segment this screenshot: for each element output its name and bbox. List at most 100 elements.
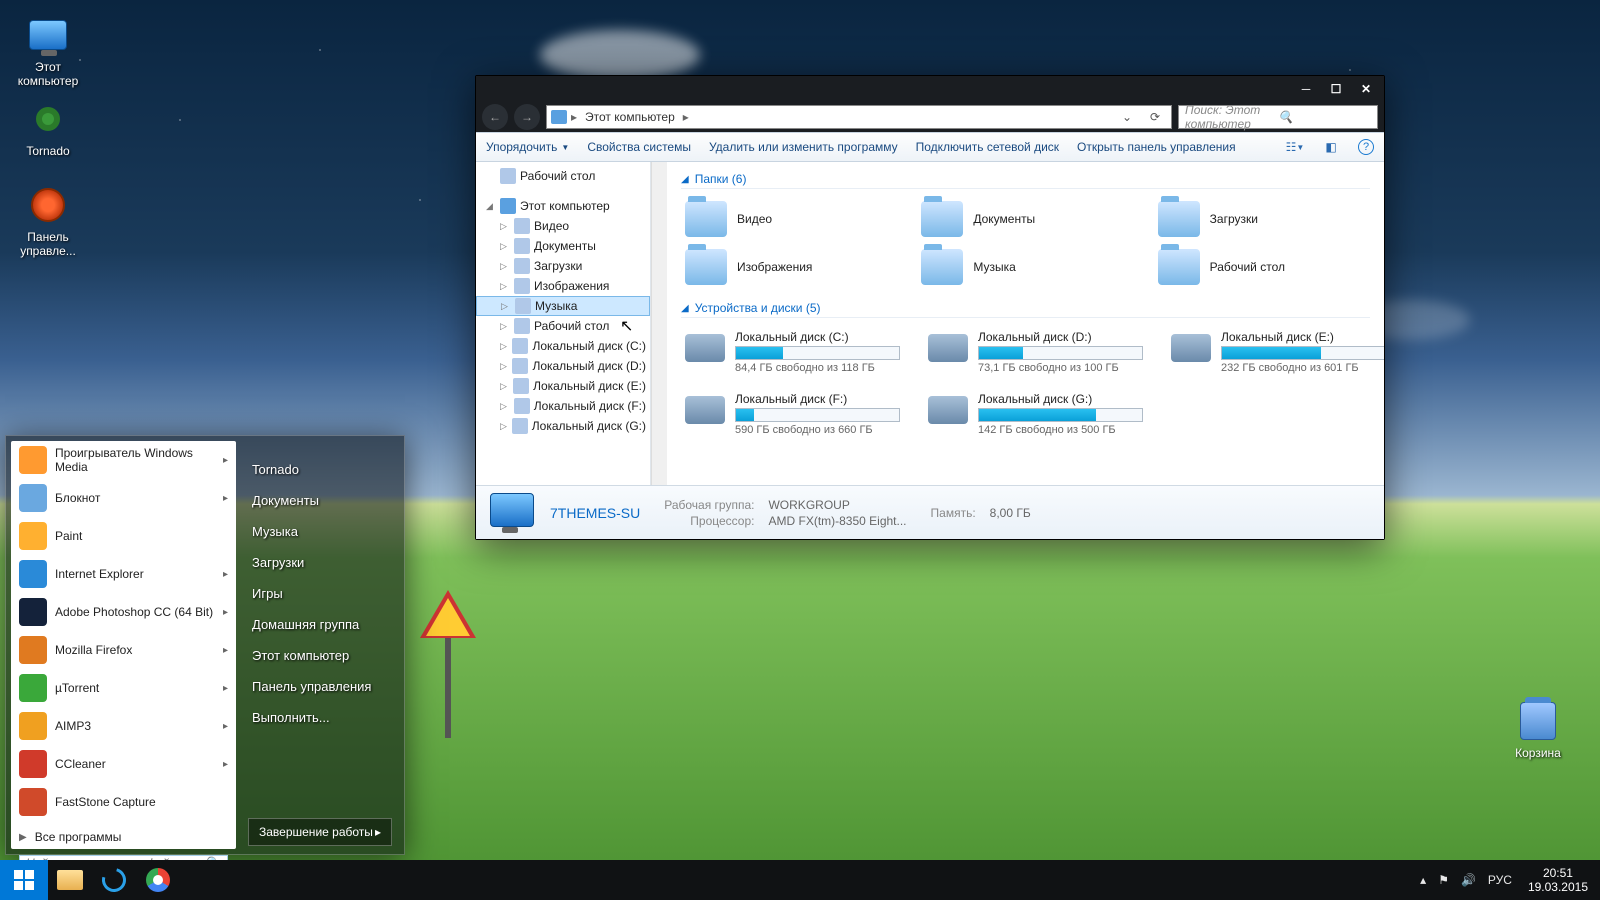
- program-label: Internet Explorer: [55, 567, 215, 581]
- start-program-item[interactable]: Mozilla Firefox▸: [11, 631, 236, 669]
- minimize-button[interactable]: ─: [1292, 80, 1320, 98]
- start-program-item[interactable]: Блокнот▸: [11, 479, 236, 517]
- tree-item-this-pc[interactable]: ◢Этот компьютер: [476, 196, 650, 216]
- forward-button[interactable]: →: [514, 104, 540, 130]
- start-run-link[interactable]: Выполнить...: [248, 702, 392, 733]
- group-header-drives[interactable]: ◢Устройства и диски (5): [681, 301, 1370, 318]
- close-button[interactable]: ✕: [1352, 80, 1380, 98]
- explorer-content-pane[interactable]: ◢Папки (6) Видео Документы Загрузки Изображ…: [667, 162, 1384, 485]
- system-properties-button[interactable]: Свойства системы: [587, 140, 691, 154]
- start-place-link[interactable]: Домашняя группа: [248, 609, 392, 640]
- start-program-item[interactable]: CCleaner▸: [11, 745, 236, 783]
- desktop-icon-recycle-bin[interactable]: Корзина: [1498, 700, 1578, 760]
- start-program-item[interactable]: FastStone Capture: [11, 783, 236, 821]
- start-place-link[interactable]: Tornado: [248, 454, 392, 485]
- status-label: Память:: [931, 506, 976, 520]
- start-program-item[interactable]: µTorrent▸: [11, 669, 236, 707]
- start-place-link[interactable]: Этот компьютер: [248, 640, 392, 671]
- tree-item[interactable]: ▷Музыка: [476, 296, 650, 316]
- tree-item[interactable]: ▷Рабочий стол: [476, 316, 650, 336]
- volume-icon[interactable]: 🔊: [1461, 873, 1476, 887]
- desktop-icon-control-panel[interactable]: Панель управле...: [8, 184, 88, 258]
- show-hidden-icons-button[interactable]: ▴: [1420, 873, 1426, 887]
- window-titlebar[interactable]: ─ ☐ ✕: [476, 76, 1384, 102]
- clock-date: 19.03.2015: [1528, 880, 1588, 894]
- drive-item[interactable]: Локальный диск (F:)590 ГБ свободно из 66…: [681, 388, 904, 440]
- shutdown-button[interactable]: Завершение работы ▸: [248, 818, 392, 846]
- program-label: Adobe Photoshop CC (64 Bit): [55, 605, 215, 619]
- explorer-nav-tree[interactable]: Рабочий стол ◢Этот компьютер ▷Видео▷Доку…: [476, 162, 651, 485]
- tree-item-desktop[interactable]: Рабочий стол: [476, 166, 650, 186]
- maximize-button[interactable]: ☐: [1322, 80, 1350, 98]
- uninstall-program-button[interactable]: Удалить или изменить программу: [709, 140, 898, 154]
- taskbar-item-chrome[interactable]: [136, 860, 180, 900]
- tree-item[interactable]: ▷Локальный диск (C:): [476, 336, 650, 356]
- explorer-search-input[interactable]: Поиск: Этот компьютер 🔍: [1178, 105, 1378, 129]
- start-place-link[interactable]: Музыка: [248, 516, 392, 547]
- refresh-icon[interactable]: ⟳: [1143, 110, 1167, 124]
- preview-pane-icon[interactable]: ◧: [1322, 138, 1340, 156]
- drive-icon: [928, 396, 968, 424]
- start-place-link[interactable]: Панель управления: [248, 671, 392, 702]
- start-program-item[interactable]: Paint: [11, 517, 236, 555]
- start-program-item[interactable]: Проигрыватель Windows Media▸: [11, 441, 236, 479]
- tree-item[interactable]: ▷Локальный диск (G:): [476, 416, 650, 436]
- tree-item[interactable]: ▷Изображения: [476, 276, 650, 296]
- all-programs-button[interactable]: ▶ Все программы: [11, 825, 236, 849]
- folder-item[interactable]: Изображения: [681, 245, 897, 289]
- action-center-icon[interactable]: ⚑: [1438, 873, 1449, 887]
- folder-icon: [514, 318, 530, 334]
- folder-icon: [921, 249, 963, 285]
- tree-item[interactable]: ▷Документы: [476, 236, 650, 256]
- folder-icon: [515, 298, 531, 314]
- folder-item[interactable]: Музыка: [917, 245, 1133, 289]
- chevron-right-icon: ▸: [223, 683, 228, 694]
- start-button[interactable]: [0, 860, 48, 900]
- open-control-panel-button[interactable]: Открыть панель управления: [1077, 140, 1236, 154]
- chevron-right-icon: ▸: [223, 645, 228, 656]
- desktop-icon-tornado[interactable]: Tornado: [8, 98, 88, 158]
- tree-item[interactable]: ▷Загрузки: [476, 256, 650, 276]
- tree-item[interactable]: ▷Локальный диск (F:): [476, 396, 650, 416]
- folder-item[interactable]: Документы: [917, 197, 1133, 241]
- folder-item[interactable]: Видео: [681, 197, 897, 241]
- tree-scrollbar[interactable]: [651, 162, 667, 485]
- tree-item[interactable]: ▷Видео: [476, 216, 650, 236]
- status-label: Процессор:: [664, 514, 754, 528]
- chevron-right-icon: ▷: [501, 301, 511, 312]
- tree-item[interactable]: ▷Локальный диск (D:): [476, 356, 650, 376]
- chevron-down-icon[interactable]: ⌄: [1115, 110, 1139, 124]
- start-program-item[interactable]: Internet Explorer▸: [11, 555, 236, 593]
- map-network-drive-button[interactable]: Подключить сетевой диск: [916, 140, 1059, 154]
- drive-item[interactable]: Локальный диск (C:)84,4 ГБ свободно из 1…: [681, 326, 904, 378]
- chevron-right-icon: ▸: [683, 110, 689, 124]
- chevron-down-icon: ▼: [561, 143, 569, 152]
- taskbar-clock[interactable]: 20:51 19.03.2015: [1524, 866, 1592, 894]
- drive-item[interactable]: Локальный диск (D:)73,1 ГБ свободно из 1…: [924, 326, 1147, 378]
- drive-item[interactable]: Локальный диск (G:)142 ГБ свободно из 50…: [924, 388, 1147, 440]
- start-place-link[interactable]: Документы: [248, 485, 392, 516]
- address-bar[interactable]: ▸ Этот компьютер ▸ ⌄ ⟳: [546, 105, 1172, 129]
- back-button[interactable]: ←: [482, 104, 508, 130]
- breadcrumb-item[interactable]: Этот компьютер: [581, 110, 679, 124]
- help-icon[interactable]: ?: [1358, 139, 1374, 155]
- organize-menu[interactable]: Упорядочить▼: [486, 140, 569, 154]
- desktop-icon-this-pc[interactable]: Этот компьютер: [8, 14, 88, 88]
- folder-item[interactable]: Загрузки: [1154, 197, 1370, 241]
- language-indicator[interactable]: РУС: [1488, 873, 1512, 887]
- taskbar-item-explorer[interactable]: [48, 860, 92, 900]
- drive-item[interactable]: Локальный диск (E:)232 ГБ свободно из 60…: [1167, 326, 1384, 378]
- start-place-link[interactable]: Игры: [248, 578, 392, 609]
- start-program-item[interactable]: AIMP3▸: [11, 707, 236, 745]
- chevron-right-icon: ▸: [223, 455, 228, 466]
- chevron-right-icon[interactable]: ▸: [375, 825, 381, 839]
- group-header-folders[interactable]: ◢Папки (6): [681, 172, 1370, 189]
- view-options-icon[interactable]: ☷▼: [1286, 138, 1304, 156]
- program-label: CCleaner: [55, 757, 215, 771]
- folder-icon: [921, 201, 963, 237]
- taskbar-item-ie[interactable]: [92, 860, 136, 900]
- folder-item[interactable]: Рабочий стол: [1154, 245, 1370, 289]
- start-program-item[interactable]: Adobe Photoshop CC (64 Bit)▸: [11, 593, 236, 631]
- start-place-link[interactable]: Загрузки: [248, 547, 392, 578]
- tree-item[interactable]: ▷Локальный диск (E:): [476, 376, 650, 396]
